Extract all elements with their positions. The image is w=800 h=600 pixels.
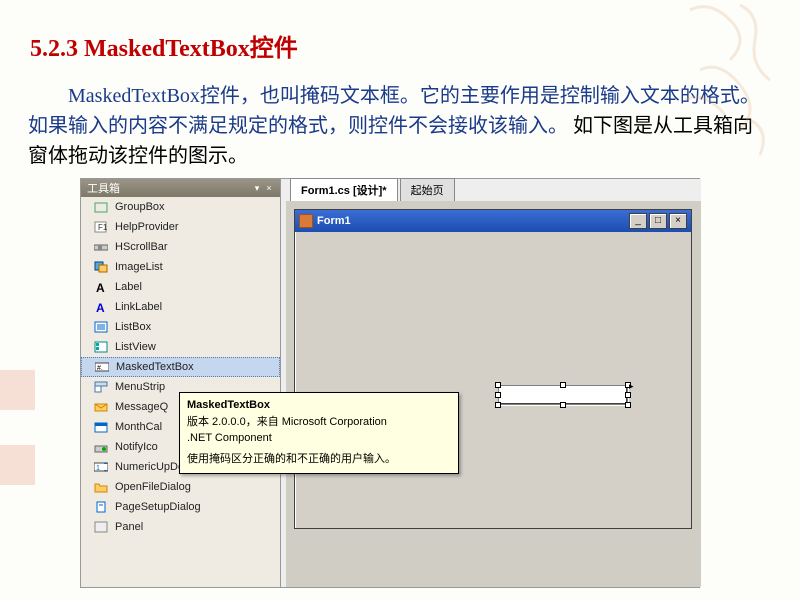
- form-window[interactable]: Form1 _ □ ×: [294, 209, 692, 529]
- resize-handle[interactable]: [495, 392, 501, 398]
- pin-icon[interactable]: ▾: [252, 183, 262, 193]
- maskedtextbox-icon: #.: [94, 360, 110, 374]
- tooltip-line3: 使用掩码区分正确的和不正确的用户输入。: [187, 452, 451, 467]
- designer-area: Form1.cs [设计]* 起始页 Form1 _ □ ×: [286, 179, 701, 587]
- helpprovider-icon: F1: [93, 220, 109, 234]
- tool-item-maskedtextbox[interactable]: #.MaskedTextBox: [81, 357, 280, 377]
- form-title: Form1: [317, 215, 629, 227]
- openfiledialog-icon: [93, 480, 109, 494]
- tooltip-line1: 版本 2.0.0.0，来自 Microsoft Corporation: [187, 415, 451, 430]
- listview-icon: [93, 340, 109, 354]
- messagequeue-icon: [93, 400, 109, 414]
- tool-item-listbox[interactable]: ListBox: [81, 317, 280, 337]
- maskedtextbox-control[interactable]: [498, 385, 628, 405]
- resize-handle[interactable]: [625, 392, 631, 398]
- tool-item-pagesetupdialog[interactable]: PageSetupDialog: [81, 497, 280, 517]
- toolbox-panel: 工具箱 ▾ × GroupBox F1HelpProvider HScrollB…: [81, 179, 281, 587]
- label-icon: A: [93, 280, 109, 294]
- panel-icon: [93, 520, 109, 534]
- maximize-button[interactable]: □: [649, 213, 667, 229]
- listbox-icon: [93, 320, 109, 334]
- form-icon: [299, 214, 313, 228]
- smart-tag-icon[interactable]: [629, 376, 637, 384]
- decorative-calligraphy: [670, 0, 800, 170]
- tooltip-title: MaskedTextBox: [187, 398, 451, 413]
- svg-text:1: 1: [96, 465, 100, 472]
- svg-text:A: A: [96, 301, 105, 313]
- menustrip-icon: [93, 380, 109, 394]
- pagesetupdialog-icon: [93, 500, 109, 514]
- form-client-area[interactable]: [298, 235, 688, 525]
- decorative-stamp-1: [0, 370, 35, 410]
- document-tabs: Form1.cs [设计]* 起始页: [286, 179, 701, 201]
- notifyicon-icon: [93, 440, 109, 454]
- tool-item-linklabel[interactable]: ALinkLabel: [81, 297, 280, 317]
- svg-text:#.: #.: [97, 365, 103, 372]
- minimize-button[interactable]: _: [629, 213, 647, 229]
- toolbox-list: GroupBox F1HelpProvider HScrollBar Image…: [81, 197, 280, 537]
- tool-item-helpprovider[interactable]: F1HelpProvider: [81, 217, 280, 237]
- tooltip-line2: .NET Component: [187, 431, 451, 446]
- toolbox-titlebar: 工具箱 ▾ ×: [81, 179, 280, 197]
- svg-text:F1: F1: [98, 223, 108, 232]
- resize-handle[interactable]: [495, 382, 501, 388]
- resize-handle[interactable]: [625, 402, 631, 408]
- tool-item-hscrollbar[interactable]: HScrollBar: [81, 237, 280, 257]
- tool-item-groupbox[interactable]: GroupBox: [81, 197, 280, 217]
- imagelist-icon: [93, 260, 109, 274]
- ide-screenshot: 工具箱 ▾ × GroupBox F1HelpProvider HScrollB…: [80, 178, 700, 588]
- tooltip: MaskedTextBox 版本 2.0.0.0，来自 Microsoft Co…: [179, 392, 459, 474]
- resize-handle[interactable]: [495, 402, 501, 408]
- resize-handle[interactable]: [560, 402, 566, 408]
- linklabel-icon: A: [93, 300, 109, 314]
- resize-handle[interactable]: [560, 382, 566, 388]
- close-icon[interactable]: ×: [264, 183, 274, 193]
- tab-start-page[interactable]: 起始页: [400, 178, 455, 201]
- toolbox-title-buttons: ▾ ×: [252, 183, 274, 193]
- monthcalendar-icon: [93, 420, 109, 434]
- svg-text:A: A: [96, 281, 105, 293]
- groupbox-icon: [93, 200, 109, 214]
- tool-item-label[interactable]: ALabel: [81, 277, 280, 297]
- toolbox-title-text: 工具箱: [87, 180, 120, 196]
- tool-item-openfiledialog[interactable]: OpenFileDialog: [81, 477, 280, 497]
- tool-item-panel[interactable]: Panel: [81, 517, 280, 537]
- decorative-stamp-2: [0, 445, 35, 485]
- numericupdown-icon: 1: [93, 460, 109, 474]
- tool-item-imagelist[interactable]: ImageList: [81, 257, 280, 277]
- hscrollbar-icon: [93, 240, 109, 254]
- close-button[interactable]: ×: [669, 213, 687, 229]
- tool-item-listview[interactable]: ListView: [81, 337, 280, 357]
- tab-form-designer[interactable]: Form1.cs [设计]*: [290, 178, 398, 201]
- form-titlebar: Form1 _ □ ×: [295, 210, 691, 232]
